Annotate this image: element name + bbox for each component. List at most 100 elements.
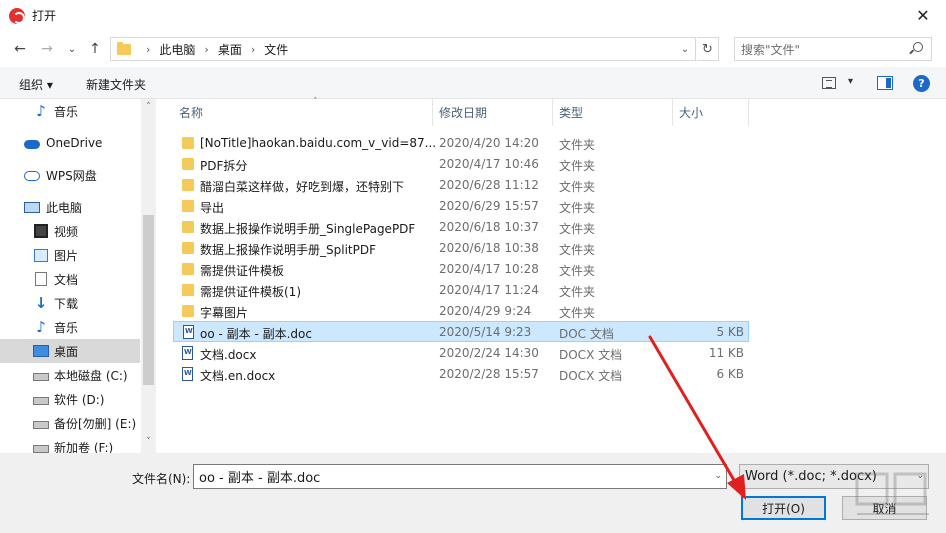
drive-icon [33,397,49,405]
nav-item-wps[interactable]: WPS网盘 [0,163,140,187]
back-arrow-icon[interactable]: ← [10,39,30,59]
nav-item-drive-f[interactable]: 新加卷 (F:) [0,435,140,453]
address-row: ← → ⌄ ↑ › 此电脑 › 桌面 › 文件 ⌄ ↻ 搜索"文件" [0,31,946,67]
nav-label: 新加卷 (F:) [54,440,114,454]
open-button[interactable]: 打开(O) [741,496,826,520]
word-document-icon [182,346,193,360]
file-type: DOCX 文档 [559,369,623,383]
nav-item-desktop[interactable]: 桌面 [0,339,140,363]
address-dropdown-icon[interactable]: ⌄ [675,38,695,60]
column-header-modified[interactable]: 修改日期 [433,99,553,126]
folder-icon [182,305,194,317]
search-icon [913,42,923,52]
nav-item-drive-e[interactable]: 备份[勿删] (E:) [0,411,140,435]
forward-arrow-icon[interactable]: → [37,39,57,59]
up-arrow-icon[interactable]: ↑ [85,39,105,59]
filename-input[interactable]: oo - 副本 - 副本.doc ⌄ [193,464,727,489]
chevron-down-icon[interactable]: ⌄ [714,471,722,481]
file-name: 需提供证件模板(1) [200,285,301,299]
nav-label: 图片 [54,248,79,263]
file-date: 2020/6/18 10:37 [439,220,539,234]
file-row-selected[interactable]: oo - 副本 - 副本.doc 2020/5/14 9:23 DOC 文档 5… [173,321,749,342]
help-icon[interactable]: ? [913,75,930,92]
nav-item-music-top[interactable]: ♪ 音乐 [0,99,140,123]
nav-item-drive-c[interactable]: 本地磁盘 (C:) [0,363,140,387]
file-date: 2020/6/28 11:12 [439,178,539,192]
nav-item-drive-d[interactable]: 软件 (D:) [0,387,140,411]
file-row[interactable]: 文档.en.docx 2020/2/28 15:57 DOCX 文档 6 KB [173,364,749,385]
nav-label: 备份[勿删] (E:) [54,416,137,431]
nav-label: OneDrive [46,136,103,150]
file-type: 文件夹 [559,201,596,215]
file-type: DOCX 文档 [559,348,623,362]
preview-pane-icon[interactable] [877,76,893,90]
scroll-down-icon[interactable]: ˅ [143,437,154,447]
file-row[interactable]: 字幕图片 2020/4/29 9:24 文件夹 [173,301,749,322]
recent-locations-chevron-icon[interactable]: ⌄ [62,39,82,59]
column-header-size[interactable]: 大小 [673,99,749,126]
nav-item-videos[interactable]: 视频 [0,219,140,243]
file-date: 2020/2/24 14:30 [439,346,539,360]
file-date: 2020/4/17 11:24 [439,283,539,297]
file-type: DOC 文档 [559,327,614,341]
folder-icon [182,242,194,254]
window-title: 打开 [32,9,57,23]
file-name: [NoTitle]haokan.baidu.com_v_vid=87... [200,136,437,150]
breadcrumb-separator-icon[interactable]: › [204,43,208,56]
file-name: 需提供证件模板 [200,264,285,278]
nav-item-pictures[interactable]: 图片 [0,243,140,267]
file-name: 数据上报操作说明手册_SinglePagePDF [200,222,416,236]
scrollbar-thumb[interactable] [143,215,154,385]
column-header-name[interactable]: 名称 ˄ [173,97,433,126]
column-label: 名称 [179,106,204,120]
drive-icon [33,421,49,429]
nav-label: 下载 [54,296,79,311]
close-button[interactable]: ✕ [900,0,946,31]
breadcrumb-desktop[interactable]: 桌面 [218,41,242,58]
organize-menu[interactable]: 组织 ▾ [19,76,53,93]
file-row[interactable]: 需提供证件模板 2020/4/17 10:28 文件夹 [173,259,749,280]
sort-ascending-icon: ˄ [313,97,318,107]
refresh-icon[interactable]: ↻ [697,37,719,61]
file-type: 文件夹 [559,243,596,257]
breadcrumb-this-pc[interactable]: 此电脑 [159,41,195,58]
file-name: oo - 副本 - 副本.doc [200,327,312,341]
new-folder-button[interactable]: 新建文件夹 [86,76,146,93]
nav-item-music[interactable]: ♪ 音乐 [0,315,140,339]
nav-item-onedrive[interactable]: OneDrive [0,131,140,155]
scroll-up-icon[interactable]: ˄ [143,102,154,112]
column-label: 修改日期 [439,106,488,120]
breadcrumb-files[interactable]: 文件 [264,41,288,58]
music-note-icon: ♪ [36,318,46,336]
nav-item-downloads[interactable]: ↓ 下载 [0,291,140,315]
file-row[interactable]: 文档.docx 2020/2/24 14:30 DOCX 文档 11 KB [173,343,749,364]
nav-label: 软件 (D:) [54,392,105,407]
filename-value: oo - 副本 - 副本.doc [199,471,321,486]
search-input[interactable]: 搜索"文件" [734,37,932,61]
address-bar[interactable]: › 此电脑 › 桌面 › 文件 ⌄ [110,37,696,61]
view-options-icon[interactable] [822,77,836,89]
nav-scrollbar[interactable]: ˄ ˅ [141,99,156,453]
file-row[interactable]: 数据上报操作说明手册_SinglePagePDF 2020/6/18 10:37… [173,217,749,238]
computer-icon [24,201,40,213]
file-type: 文件夹 [559,264,596,278]
folder-icon [117,41,131,55]
breadcrumb-separator-icon[interactable]: › [146,43,150,56]
folder-icon [182,137,194,149]
file-row[interactable]: 需提供证件模板(1) 2020/4/17 11:24 文件夹 [173,280,749,301]
folder-icon [182,263,194,275]
file-row[interactable]: [NoTitle]haokan.baidu.com_v_vid=87... 20… [173,133,749,154]
nav-label: 文档 [54,272,79,287]
nav-item-documents[interactable]: 文档 [0,267,140,291]
column-header-type[interactable]: 类型 [553,99,673,126]
folder-icon [182,179,194,191]
nav-label: 桌面 [54,344,79,359]
nav-item-this-pc[interactable]: 此电脑 [0,195,140,219]
file-row[interactable]: PDF拆分 2020/4/17 10:46 文件夹 [173,154,749,175]
file-type: 文件夹 [559,306,596,320]
file-row[interactable]: 数据上报操作说明手册_SplitPDF 2020/6/18 10:38 文件夹 [173,238,749,259]
file-row[interactable]: 醋溜白菜这样做，好吃到爆，还特别下 2020/6/28 11:12 文件夹 [173,175,749,196]
view-dropdown-icon[interactable]: ▾ [848,76,853,87]
file-row[interactable]: 导出 2020/6/29 15:57 文件夹 [173,196,749,217]
breadcrumb-separator-icon[interactable]: › [251,43,255,56]
